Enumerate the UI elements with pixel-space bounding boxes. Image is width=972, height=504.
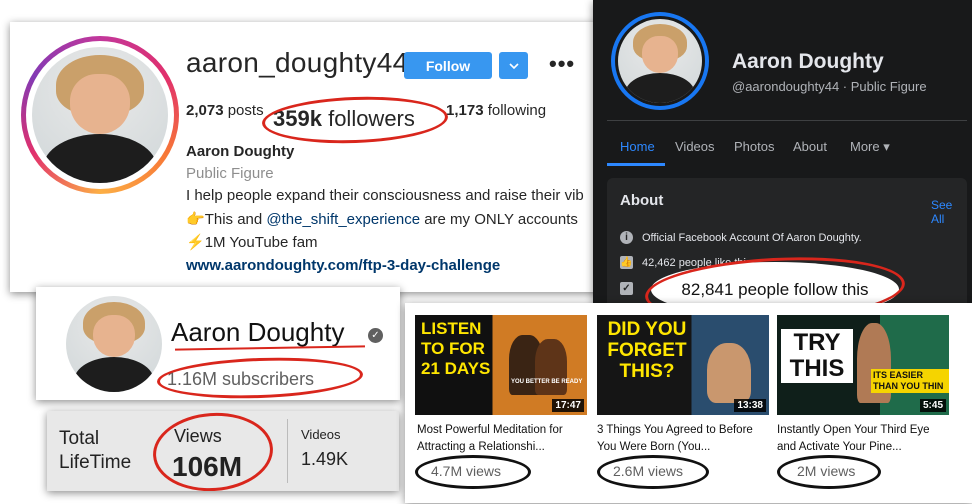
see-all-link[interactable]: See All — [931, 198, 967, 226]
facebook-tab-bar: Home Videos Photos About More ▾ — [607, 120, 967, 166]
facebook-page-card: Aaron Doughty @aarondoughty44 · Public F… — [593, 0, 972, 304]
thumbnail-text: TRY THIS — [781, 329, 853, 383]
lightning-icon: ⚡ — [186, 234, 205, 251]
channel-name: Aaron Doughty — [171, 317, 345, 347]
facebook-page-name: Aaron Doughty — [732, 50, 884, 73]
youtube-channel-card: Aaron Doughty ✓ 1.16M subscribers — [36, 287, 400, 400]
tab-photos[interactable]: Photos — [734, 139, 774, 154]
video-duration: 17:47 — [552, 399, 584, 412]
posts-label: posts — [227, 102, 264, 119]
thumbnail-text: LISTEN TO FOR 21 DAYS — [421, 319, 491, 378]
instagram-story-ring[interactable] — [21, 36, 179, 194]
video-views: 2.6M views — [613, 463, 684, 479]
total-lifetime-label: Total LifeTime — [59, 428, 132, 473]
about-description: Official Facebook Account Of Aaron Dough… — [642, 231, 862, 244]
info-icon: i — [620, 231, 633, 244]
mention-link[interactable]: @the_shift_experience — [266, 211, 420, 228]
about-row: ✓ — [620, 282, 633, 295]
active-tab-indicator — [607, 163, 665, 166]
avatar — [32, 47, 168, 183]
instagram-username: aaron_doughty44 — [186, 47, 409, 78]
avatar[interactable] — [66, 296, 162, 392]
following-stat[interactable]: 1,173 following — [446, 102, 546, 119]
bio-line: I help people expand their consciousness… — [186, 187, 584, 204]
views-value: 106M — [172, 451, 243, 482]
followers-label: followers — [328, 106, 415, 131]
video-views: 2M views — [797, 463, 856, 479]
following-label: following — [487, 102, 547, 119]
video-title[interactable]: Most Powerful Meditation for Attracting … — [417, 422, 589, 456]
video-thumbnail[interactable]: DID YOU FORGET THIS? 13:38 — [597, 315, 769, 415]
tab-more[interactable]: More ▾ — [850, 139, 890, 155]
posts-count: 2,073 — [186, 102, 224, 119]
subscriber-count: 1.16M subscribers — [167, 369, 315, 389]
thumbnail-text: DID YOU FORGET THIS? — [607, 319, 687, 382]
follow-icon: ✓ — [620, 282, 633, 295]
chevron-down-icon[interactable] — [499, 52, 528, 79]
tab-videos[interactable]: Videos — [675, 139, 715, 154]
about-title: About — [620, 192, 664, 209]
instagram-profile-card: aaron_doughty44 Follow ••• 2,073 posts 1… — [10, 22, 610, 292]
videos-value: 1.49K — [301, 449, 349, 469]
video-thumbnail[interactable]: TRY THIS ITS EASIER THAN YOU THIN 5:45 — [777, 315, 949, 415]
youtube-videos-card: LISTEN TO FOR 21 DAYS YOU BETTER BE READ… — [405, 303, 972, 503]
profile-name: Aaron Doughty — [186, 143, 295, 160]
youtube-stats-card: Total LifeTime Views 106M Videos 1.49K — [47, 411, 399, 491]
video-title[interactable]: 3 Things You Agreed to Before You Were B… — [597, 422, 769, 456]
thumbnail-subtext: ITS EASIER THAN YOU THIN — [871, 369, 949, 393]
more-horizontal-icon[interactable]: ••• — [549, 51, 575, 77]
followers-count: 359k — [273, 106, 322, 131]
bio-website-link[interactable]: www.aarondoughty.com/ftp-3-day-challenge — [186, 257, 500, 274]
pointing-hand-icon: 👉 — [186, 211, 205, 228]
facebook-page-subtitle: @aarondoughty44 · Public Figure — [732, 79, 927, 94]
profile-category: Public Figure — [186, 165, 274, 182]
posts-stat: 2,073 posts — [186, 102, 264, 119]
avatar — [618, 19, 702, 103]
followers-stat[interactable]: 359k followers — [269, 106, 419, 132]
bio-line: ⚡1M YouTube fam — [186, 234, 318, 251]
video-duration: 5:45 — [919, 399, 946, 412]
video-title[interactable]: Instantly Open Your Third Eye and Activa… — [777, 422, 949, 456]
tab-home[interactable]: Home — [620, 139, 655, 154]
divider — [287, 419, 288, 483]
video-thumbnail[interactable]: LISTEN TO FOR 21 DAYS YOU BETTER BE READ… — [415, 315, 587, 415]
bio-line: 👉This and @the_shift_experience are my O… — [186, 211, 578, 228]
verified-check-icon: ✓ — [368, 328, 383, 343]
views-label: Views — [174, 426, 222, 446]
about-section: About See All i Official Facebook Accoun… — [607, 178, 967, 304]
follow-button[interactable]: Follow — [404, 52, 492, 79]
videos-label: Videos — [301, 427, 341, 442]
facebook-avatar-ring[interactable] — [611, 12, 709, 110]
tab-about[interactable]: About — [793, 139, 827, 154]
thumbnail-subtext: YOU BETTER BE READY — [511, 379, 583, 385]
video-views: 4.7M views — [431, 463, 502, 479]
video-duration: 13:38 — [734, 399, 766, 412]
thumbs-up-icon: 👍 — [620, 256, 633, 269]
about-row: i Official Facebook Account Of Aaron Dou… — [620, 231, 862, 244]
following-count: 1,173 — [446, 102, 484, 119]
